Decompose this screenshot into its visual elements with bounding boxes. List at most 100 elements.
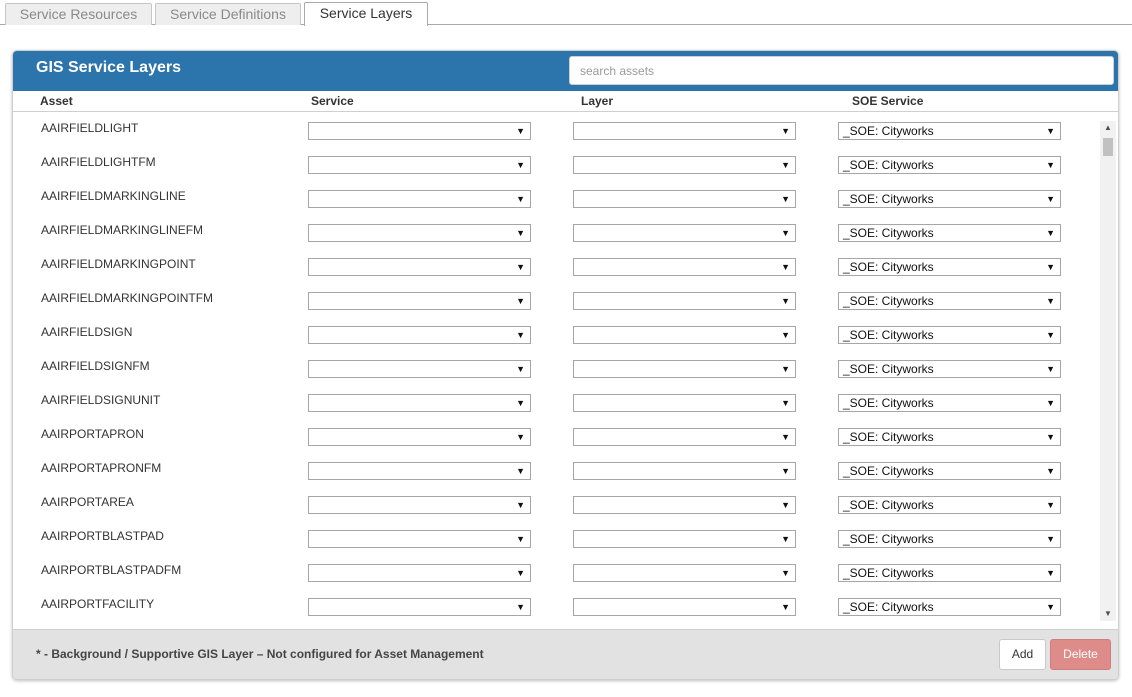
service-select[interactable]: ▼: [308, 428, 531, 446]
list-item: AAIRPORTAPRON ▼ ▼ _SOE: Cityworks ▼: [13, 418, 1100, 452]
soe-service-select-value: _SOE: Cityworks: [843, 430, 934, 444]
soe-service-select[interactable]: _SOE: Cityworks ▼: [838, 190, 1061, 208]
asset-name: AAIRFIELDLIGHTFM: [41, 155, 156, 169]
service-select[interactable]: ▼: [308, 292, 531, 310]
soe-service-select-value: _SOE: Cityworks: [843, 124, 934, 138]
soe-service-select[interactable]: _SOE: Cityworks ▼: [838, 598, 1061, 616]
tab-service-layers[interactable]: Service Layers: [304, 2, 428, 26]
soe-service-select-value: _SOE: Cityworks: [843, 362, 934, 376]
chevron-down-icon: ▼: [781, 432, 790, 442]
chevron-down-icon: ▼: [516, 568, 525, 578]
layer-select[interactable]: ▼: [573, 292, 796, 310]
soe-service-select[interactable]: _SOE: Cityworks ▼: [838, 360, 1061, 378]
layer-select[interactable]: ▼: [573, 190, 796, 208]
add-button[interactable]: Add: [999, 639, 1046, 670]
chevron-down-icon: ▼: [781, 194, 790, 204]
soe-service-select-value: _SOE: Cityworks: [843, 226, 934, 240]
chevron-down-icon: ▼: [781, 534, 790, 544]
chevron-down-icon: ▼: [516, 364, 525, 374]
soe-service-select[interactable]: _SOE: Cityworks ▼: [838, 156, 1061, 174]
column-header-service: Service: [311, 94, 354, 108]
scroll-up-arrow-icon[interactable]: ▲: [1100, 121, 1116, 135]
list-item: AAIRFIELDMARKINGPOINT ▼ ▼ _SOE: Cityworks ▼: [13, 248, 1100, 282]
asset-name: AAIRFIELDMARKINGPOINTFM: [41, 291, 214, 305]
chevron-down-icon: ▼: [781, 126, 790, 136]
layer-select[interactable]: ▼: [573, 224, 796, 242]
service-select[interactable]: ▼: [308, 326, 531, 344]
layer-select[interactable]: ▼: [573, 360, 796, 378]
layer-select[interactable]: ▼: [573, 496, 796, 514]
list-item: AAIRFIELDMARKINGLINE ▼ ▼ _SOE: Cityworks ▼: [13, 180, 1100, 214]
list-item: AAIRFIELDSIGN ▼ ▼ _SOE: Cityworks ▼: [13, 316, 1100, 350]
panel-title: GIS Service Layers: [36, 59, 181, 76]
chevron-down-icon: ▼: [516, 262, 525, 272]
chevron-down-icon: ▼: [1046, 126, 1055, 136]
service-select[interactable]: ▼: [308, 564, 531, 582]
column-header-asset: Asset: [40, 94, 73, 108]
soe-service-select[interactable]: _SOE: Cityworks ▼: [838, 292, 1061, 310]
chevron-down-icon: ▼: [516, 500, 525, 510]
service-select[interactable]: ▼: [308, 190, 531, 208]
soe-service-select[interactable]: _SOE: Cityworks ▼: [838, 394, 1061, 412]
layer-select[interactable]: ▼: [573, 326, 796, 344]
list-item: AAIRFIELDLIGHT ▼ ▼ _SOE: Cityworks ▼: [13, 112, 1100, 146]
chevron-down-icon: ▼: [516, 432, 525, 442]
scroll-down-arrow-icon[interactable]: ▼: [1100, 607, 1116, 621]
search-assets-input[interactable]: [569, 56, 1114, 85]
soe-service-select[interactable]: _SOE: Cityworks ▼: [838, 530, 1061, 548]
tab-service-definitions[interactable]: Service Definitions: [155, 3, 301, 25]
gis-service-layers-panel: GIS Service Layers Asset Service Layer S…: [12, 50, 1119, 680]
scrollbar-thumb[interactable]: [1103, 138, 1113, 156]
asset-name: AAIRFIELDMARKINGLINE: [41, 189, 186, 203]
soe-service-select[interactable]: _SOE: Cityworks ▼: [838, 224, 1061, 242]
service-select[interactable]: ▼: [308, 224, 531, 242]
service-select[interactable]: ▼: [308, 156, 531, 174]
soe-service-select-value: _SOE: Cityworks: [843, 498, 934, 512]
layer-select[interactable]: ▼: [573, 122, 796, 140]
soe-service-select[interactable]: _SOE: Cityworks ▼: [838, 122, 1061, 140]
service-select[interactable]: ▼: [308, 122, 531, 140]
soe-service-select[interactable]: _SOE: Cityworks ▼: [838, 326, 1061, 344]
chevron-down-icon: ▼: [516, 160, 525, 170]
service-select[interactable]: ▼: [308, 530, 531, 548]
layer-select[interactable]: ▼: [573, 598, 796, 616]
service-select[interactable]: ▼: [308, 462, 531, 480]
asset-name: AAIRFIELDSIGNUNIT: [41, 393, 161, 407]
tab-bar: Service Resources Service Definitions Se…: [0, 0, 1132, 26]
column-header-soe-service: SOE Service: [852, 94, 924, 108]
layer-select[interactable]: ▼: [573, 258, 796, 276]
chevron-down-icon: ▼: [781, 262, 790, 272]
chevron-down-icon: ▼: [1046, 160, 1055, 170]
soe-service-select-value: _SOE: Cityworks: [843, 396, 934, 410]
service-select[interactable]: ▼: [308, 258, 531, 276]
soe-service-select-value: _SOE: Cityworks: [843, 328, 934, 342]
asset-name: AAIRPORTAPRON: [41, 427, 144, 441]
service-select[interactable]: ▼: [308, 496, 531, 514]
layer-select[interactable]: ▼: [573, 564, 796, 582]
service-select[interactable]: ▼: [308, 394, 531, 412]
chevron-down-icon: ▼: [1046, 194, 1055, 204]
service-select[interactable]: ▼: [308, 598, 531, 616]
list-item: AAIRPORTAREA ▼ ▼ _SOE: Cityworks ▼: [13, 486, 1100, 520]
asset-layer-list: AAIRFIELDLIGHT ▼ ▼ _SOE: Cityworks ▼ AAIRFIEL…: [13, 112, 1100, 622]
asset-name: AAIRFIELDLIGHT: [41, 121, 139, 135]
tab-service-resources[interactable]: Service Resources: [5, 3, 152, 25]
soe-service-select[interactable]: _SOE: Cityworks ▼: [838, 462, 1061, 480]
layer-select[interactable]: ▼: [573, 394, 796, 412]
chevron-down-icon: ▼: [516, 398, 525, 408]
layer-select[interactable]: ▼: [573, 428, 796, 446]
soe-service-select[interactable]: _SOE: Cityworks ▼: [838, 428, 1061, 446]
layer-select[interactable]: ▼: [573, 530, 796, 548]
layer-select[interactable]: ▼: [573, 462, 796, 480]
service-select[interactable]: ▼: [308, 360, 531, 378]
soe-service-select[interactable]: _SOE: Cityworks ▼: [838, 564, 1061, 582]
list-item: AAIRFIELDMARKINGPOINTFM ▼ ▼ _SOE: Cityworks…: [13, 282, 1100, 316]
layer-select[interactable]: ▼: [573, 156, 796, 174]
soe-service-select-value: _SOE: Cityworks: [843, 158, 934, 172]
soe-service-select-value: _SOE: Cityworks: [843, 464, 934, 478]
soe-service-select[interactable]: _SOE: Cityworks ▼: [838, 258, 1061, 276]
delete-button[interactable]: Delete: [1050, 639, 1111, 670]
chevron-down-icon: ▼: [781, 602, 790, 612]
soe-service-select[interactable]: _SOE: Cityworks ▼: [838, 496, 1061, 514]
list-scrollbar[interactable]: ▲ ▼: [1100, 121, 1116, 621]
